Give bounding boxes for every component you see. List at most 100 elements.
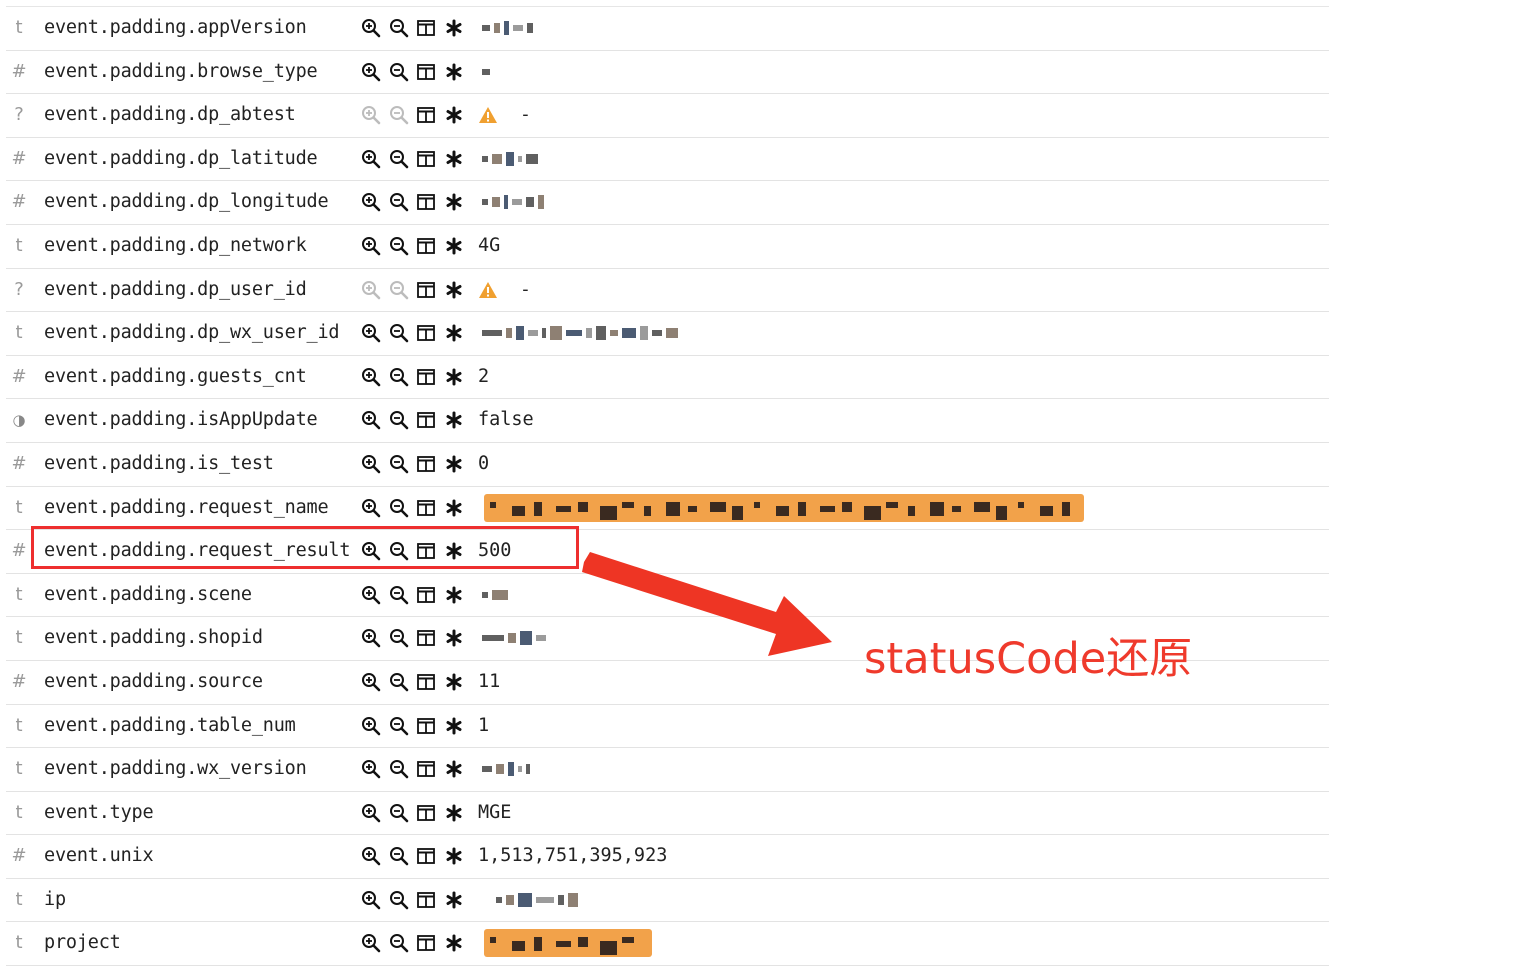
table-row: # event.padding.browse_type xyxy=(6,51,1329,95)
toggle-column-icon[interactable] xyxy=(416,410,436,430)
toggle-column-icon[interactable] xyxy=(416,803,436,823)
toggle-column-icon[interactable] xyxy=(416,236,436,256)
zoom-out-icon[interactable] xyxy=(389,410,409,430)
filter-exists-icon[interactable] xyxy=(444,933,464,953)
zoom-out-icon[interactable] xyxy=(389,18,409,38)
zoom-in-icon[interactable] xyxy=(361,498,381,518)
filter-exists-icon[interactable] xyxy=(444,672,464,692)
zoom-in-icon[interactable] xyxy=(361,716,381,736)
zoom-out-icon[interactable] xyxy=(389,846,409,866)
zoom-in-icon[interactable] xyxy=(361,585,381,605)
toggle-column-icon[interactable] xyxy=(416,498,436,518)
table-row: t event.type MGE xyxy=(6,792,1329,836)
filter-exists-icon[interactable] xyxy=(444,759,464,779)
zoom-in-icon[interactable] xyxy=(361,846,381,866)
toggle-column-icon[interactable] xyxy=(416,367,436,387)
filter-exists-icon[interactable] xyxy=(444,149,464,169)
zoom-out-icon[interactable] xyxy=(389,890,409,910)
zoom-in-icon[interactable] xyxy=(361,236,381,256)
toggle-column-icon[interactable] xyxy=(416,280,436,300)
toggle-column-icon[interactable] xyxy=(416,716,436,736)
field-name: event.padding.browse_type xyxy=(44,60,318,82)
zoom-in-icon[interactable] xyxy=(361,18,381,38)
toggle-column-icon[interactable] xyxy=(416,628,436,648)
zoom-out-icon[interactable] xyxy=(389,672,409,692)
filter-exists-icon[interactable] xyxy=(444,498,464,518)
zoom-out-icon[interactable] xyxy=(389,454,409,474)
filter-exists-icon[interactable] xyxy=(444,280,464,300)
toggle-column-icon[interactable] xyxy=(416,149,436,169)
table-row: t event.padding.table_num 1 xyxy=(6,705,1329,749)
zoom-in-icon[interactable] xyxy=(361,933,381,953)
zoom-in-icon[interactable] xyxy=(361,759,381,779)
zoom-in-icon[interactable] xyxy=(361,410,381,430)
toggle-column-icon[interactable] xyxy=(416,890,436,910)
filter-exists-icon[interactable] xyxy=(444,18,464,38)
zoom-in-icon[interactable] xyxy=(361,454,381,474)
zoom-out-icon[interactable] xyxy=(389,933,409,953)
toggle-column-icon[interactable] xyxy=(416,62,436,82)
toggle-column-icon[interactable] xyxy=(416,105,436,125)
row-actions xyxy=(361,498,471,518)
filter-exists-icon[interactable] xyxy=(444,846,464,866)
zoom-in-icon[interactable] xyxy=(361,192,381,212)
toggle-column-icon[interactable] xyxy=(416,585,436,605)
zoom-in-icon[interactable] xyxy=(361,62,381,82)
filter-exists-icon[interactable] xyxy=(444,323,464,343)
field-name: event.padding.request_name xyxy=(44,496,329,518)
zoom-in-icon[interactable] xyxy=(361,149,381,169)
field-value: - xyxy=(520,104,531,126)
filter-exists-icon[interactable] xyxy=(444,716,464,736)
zoom-in-icon[interactable] xyxy=(361,803,381,823)
filter-exists-icon[interactable] xyxy=(444,803,464,823)
field-value: 11 xyxy=(478,670,501,692)
redacted-value xyxy=(482,17,537,39)
zoom-out-icon[interactable] xyxy=(389,498,409,518)
filter-exists-icon[interactable] xyxy=(444,62,464,82)
zoom-out-icon[interactable] xyxy=(389,149,409,169)
toggle-column-icon[interactable] xyxy=(416,454,436,474)
field-name: event.padding.shopid xyxy=(44,627,263,649)
field-name: event.padding.source xyxy=(44,670,263,692)
row-actions xyxy=(361,62,471,82)
filter-exists-icon[interactable] xyxy=(444,890,464,910)
zoom-out-icon[interactable] xyxy=(389,759,409,779)
filter-exists-icon[interactable] xyxy=(444,236,464,256)
zoom-in-icon[interactable] xyxy=(361,628,381,648)
filter-exists-icon[interactable] xyxy=(444,367,464,387)
zoom-out-icon[interactable] xyxy=(389,236,409,256)
filter-exists-icon[interactable] xyxy=(444,454,464,474)
filter-exists-icon[interactable] xyxy=(444,628,464,648)
zoom-out-icon[interactable] xyxy=(389,367,409,387)
filter-exists-icon[interactable] xyxy=(444,192,464,212)
filter-exists-icon[interactable] xyxy=(444,410,464,430)
zoom-out-icon[interactable] xyxy=(389,803,409,823)
toggle-column-icon[interactable] xyxy=(416,846,436,866)
redacted-value xyxy=(482,148,542,170)
zoom-in-icon[interactable] xyxy=(361,890,381,910)
number-type-icon: # xyxy=(11,452,27,474)
field-name: event.padding.table_num xyxy=(44,714,296,736)
row-actions xyxy=(361,890,471,910)
toggle-column-icon[interactable] xyxy=(416,672,436,692)
zoom-out-icon[interactable] xyxy=(389,62,409,82)
zoom-out-icon[interactable] xyxy=(389,323,409,343)
string-type-icon: t xyxy=(15,17,23,38)
toggle-column-icon[interactable] xyxy=(416,759,436,779)
zoom-in-icon[interactable] xyxy=(361,672,381,692)
field-value: 1 xyxy=(478,714,490,736)
field-value: 1,513,751,395,923 xyxy=(478,845,668,867)
filter-exists-icon[interactable] xyxy=(444,105,464,125)
zoom-out-icon[interactable] xyxy=(389,192,409,212)
zoom-out-icon[interactable] xyxy=(389,585,409,605)
zoom-out-icon[interactable] xyxy=(389,716,409,736)
zoom-in-icon[interactable] xyxy=(361,323,381,343)
field-name: event.padding.appVersion xyxy=(44,17,307,38)
toggle-column-icon[interactable] xyxy=(416,933,436,953)
zoom-out-icon[interactable] xyxy=(389,628,409,648)
zoom-in-icon[interactable] xyxy=(361,367,381,387)
toggle-column-icon[interactable] xyxy=(416,323,436,343)
toggle-column-icon[interactable] xyxy=(416,18,436,38)
filter-exists-icon[interactable] xyxy=(444,585,464,605)
toggle-column-icon[interactable] xyxy=(416,192,436,212)
